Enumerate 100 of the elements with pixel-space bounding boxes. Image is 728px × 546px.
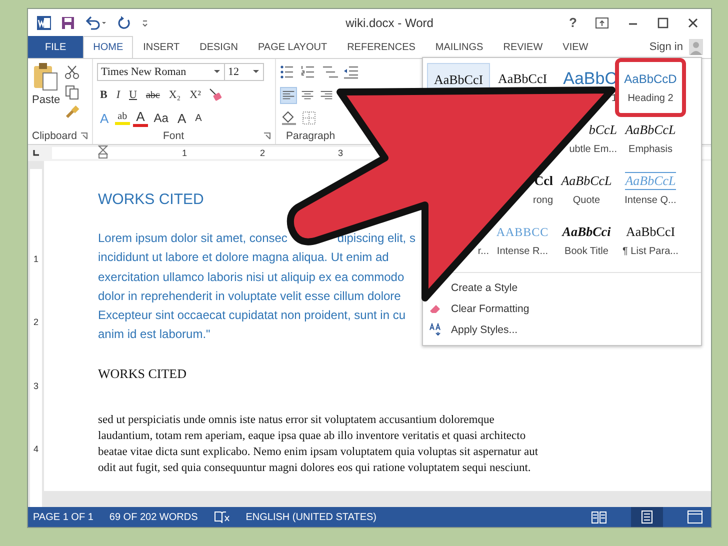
paragraph-line: odit aut fugit, sed quia consequuntur magni dolores eos qui ratione voluptatem sequi nesciunt.	[98, 460, 532, 476]
eraser-icon	[429, 304, 441, 314]
format-button[interactable]: X²	[186, 89, 204, 101]
align-right-icon	[320, 90, 333, 100]
paragraph-line: exercitation ullamco laboris nisi ut aliquip ex ea commodo	[98, 268, 404, 286]
ribbon-tab[interactable]: REVIEW	[493, 36, 553, 58]
font-effect-button[interactable]: A	[133, 109, 148, 127]
decrease-indent-icon[interactable]	[343, 65, 359, 79]
document-heading: WORKS CITED	[98, 366, 186, 382]
sign-in-link[interactable]: Sign in	[649, 41, 683, 53]
paragraph-line: Lorem ipsum dolor sit amet, consec	[98, 230, 288, 247]
caret-icon[interactable]	[213, 69, 221, 75]
caret-icon[interactable]	[252, 69, 260, 75]
align-button[interactable]	[280, 86, 297, 104]
clipboard-icon[interactable]	[32, 62, 60, 92]
eraser-icon[interactable]	[206, 87, 223, 103]
window-title: wiki.docx - Word	[344, 16, 434, 30]
ruler-number: 3	[33, 380, 38, 392]
style-preview[interactable]: AaBbCcL	[625, 122, 676, 138]
style-name: Emphasis	[628, 144, 672, 154]
paragraph-line: Excepteur sint occaecat cupidatat non proident, sunt in cu	[98, 307, 406, 324]
style-name: Intense Q...	[624, 194, 676, 206]
style-preview[interactable]: AaBbCcD	[624, 72, 677, 86]
browser-window-icon	[687, 510, 703, 524]
copy-icon[interactable]	[64, 84, 80, 100]
launcher-icon[interactable]	[80, 132, 88, 140]
ribbon-tab[interactable]: INSERT	[133, 36, 190, 58]
ribbon-tab[interactable]: MAILINGS	[425, 36, 494, 58]
redo-icon[interactable]	[116, 14, 132, 30]
style-name: ¶ List Para...	[622, 246, 678, 256]
align-left-icon	[282, 90, 295, 100]
page-count[interactable]: PAGE 1 OF 1	[33, 512, 94, 522]
undo-icon[interactable]	[84, 14, 108, 30]
word-count[interactable]: 69 OF 202 WORDS	[109, 512, 198, 522]
format-button[interactable]: B	[97, 89, 110, 101]
style-preview[interactable]: bCcL	[588, 122, 617, 138]
ribbon-tab[interactable]: REFERENCES	[337, 36, 426, 58]
style-preview[interactable]: AaBbCcL	[561, 173, 612, 189]
ribbon-tab[interactable]: HOME	[83, 36, 134, 58]
paragraph-line: beatae vitae dicta sunt explicabo. Nemo enim ipsam voluptatem quia voluptas sit aspernatur aut	[98, 444, 540, 460]
style-name: Heading 2	[628, 92, 674, 104]
menu-item[interactable]: Clear Formatting	[451, 300, 530, 316]
save-icon[interactable]	[60, 14, 76, 30]
font-family-field[interactable]: Times New Roman	[97, 63, 225, 81]
ribbon-display-icon[interactable]	[595, 16, 609, 28]
group-label: Paragraph	[286, 130, 336, 142]
ruler-number: 2	[33, 317, 38, 330]
page-icon	[639, 510, 655, 524]
scissors-icon[interactable]	[64, 64, 80, 80]
language-label[interactable]: ENGLISH (UNITED STATES)	[246, 512, 377, 522]
shading-bucket-icon[interactable]	[280, 110, 298, 126]
close-icon[interactable]	[687, 16, 699, 28]
multilevel-list-icon[interactable]	[322, 65, 340, 79]
format-button[interactable]: U	[126, 89, 140, 101]
document-heading: WORKS CITED	[98, 191, 204, 208]
word-logo-icon[interactable]	[36, 14, 52, 30]
style-name: ubtle Em...	[569, 144, 617, 154]
ribbon-tab[interactable]: DESIGN	[190, 36, 248, 58]
launcher-icon[interactable]	[263, 132, 271, 140]
font-effect-button[interactable]: ab	[114, 111, 130, 125]
paragraph-line: dipiscing elit, s	[337, 230, 416, 247]
style-preview[interactable]: AaBbC	[563, 69, 617, 89]
paste-button[interactable]: Paste	[32, 62, 60, 127]
font-effect-button[interactable]: A	[192, 112, 205, 124]
help-button[interactable]: ?	[569, 15, 577, 30]
menu-item[interactable]: Create a Style	[451, 280, 518, 296]
ruler-number: 3	[338, 148, 344, 158]
menu-item[interactable]: Apply Styles...	[451, 322, 518, 338]
indent-marker-icon[interactable]	[98, 145, 108, 159]
tab-stop-icon[interactable]	[32, 149, 40, 157]
group-label: Clipboard	[32, 130, 77, 142]
book-check-icon[interactable]	[214, 510, 230, 524]
align-center-icon	[301, 90, 314, 100]
view-button[interactable]	[631, 507, 663, 527]
maximize-icon[interactable]	[657, 16, 669, 28]
paintbrush-icon[interactable]	[64, 104, 80, 120]
format-button[interactable]: abc	[142, 90, 163, 100]
format-button[interactable]: X₂	[166, 89, 184, 101]
style-preview[interactable]: AaBbCcI	[626, 224, 676, 240]
font-size-field[interactable]: 12	[224, 63, 264, 81]
paragraph-line: dolor in reprehenderit in voluptate velit esse cillum dolore	[98, 288, 401, 305]
style-name: rong	[532, 194, 553, 206]
ribbon-tab[interactable]: VIEW	[552, 36, 598, 58]
format-button[interactable]: I	[113, 89, 124, 101]
style-preview[interactable]: AaBbCci	[562, 224, 611, 240]
paragraph-line: laudantium, totam rem aperiam, eaque ipsa quae ab illo inventore veritatis et quasi architecto	[98, 428, 527, 444]
borders-icon[interactable]	[301, 110, 317, 126]
font-effect-button[interactable]: A	[174, 110, 190, 126]
font-effect-button[interactable]: Aa	[150, 111, 172, 125]
style-preview[interactable]: AaBbCcI	[498, 71, 548, 87]
ribbon-tab[interactable]: FILE	[28, 36, 84, 58]
style-option[interactable]: AaBbCcD Heading 2	[619, 62, 682, 113]
style-name: Quote	[572, 194, 600, 206]
ruler-number: 2	[260, 148, 266, 158]
ruler-number: 1	[33, 254, 38, 266]
paragraph-line: anim id est laborum."	[98, 326, 210, 344]
style-name: Book Title	[564, 246, 608, 256]
style-name: Intense R...	[496, 246, 548, 256]
ribbon-tab[interactable]: PAGE LAYOUT	[248, 36, 338, 58]
paragraph-line: sed ut perspiciatis unde omnis iste natus error sit voluptatem accusantium doloremque	[98, 412, 496, 428]
